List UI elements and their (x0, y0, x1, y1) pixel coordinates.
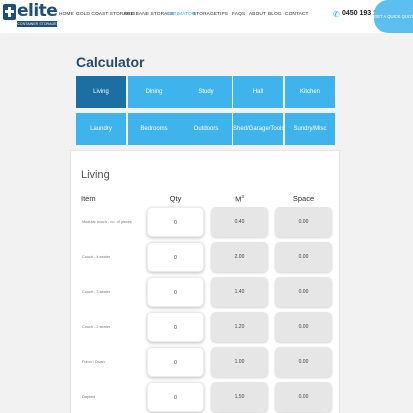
m3-value-couch-3-seater: 1.40 (211, 277, 268, 307)
category-button-bedrooms[interactable]: Bedrooms (128, 113, 180, 145)
space-value-daybed: 0.00 (275, 382, 332, 412)
nav-item-estimator[interactable]: ESTIMATOR (167, 12, 195, 17)
m3-value-couch-4-seater: 2.00 (211, 242, 268, 272)
qty-input-couch-2-seater[interactable]: 0 (147, 312, 204, 342)
nav-item-tips[interactable]: TIPS (217, 12, 228, 17)
row-label-futon-divan: Futon / Divan (82, 360, 105, 364)
qty-input-couch-3-seater[interactable]: 0 (147, 277, 204, 307)
category-button-living[interactable]: Living (76, 76, 126, 108)
column-header-qty: Qty (169, 194, 182, 203)
page-title: Calculator (76, 54, 145, 70)
quick-quote-button[interactable]: GET A QUICK QUOTE (374, 0, 413, 33)
row-label-couch-4-seater: Couch - 4 seater (82, 255, 111, 259)
space-value-couch-2-seater: 0.00 (275, 312, 332, 342)
m3-value-modular-couch: 0.40 (211, 207, 268, 237)
row-label-couch-2-seater: Couch - 2 seater (82, 325, 111, 329)
row-label-daybed: Daybed (82, 395, 96, 399)
category-button-outdoors[interactable]: Outdoors (180, 113, 232, 145)
category-button-laundry[interactable]: Laundry (76, 113, 126, 145)
site-header: elite CONTAINER STORAGE HOME GOLD COAST … (0, 0, 413, 33)
category-button-shed-garage-tools[interactable]: Shed/Garage/Tools (233, 113, 284, 145)
space-value-futon-divan: 0.00 (275, 347, 332, 377)
space-value-modular-couch: 0.00 (275, 207, 332, 237)
phone-icon: ✆ (333, 10, 340, 19)
category-button-dining[interactable]: Dining (128, 76, 180, 108)
column-header-space: Space (292, 194, 315, 203)
calculator-card: Living Item Qty M3 Space Modular couch -… (70, 150, 340, 413)
nav-item-about[interactable]: ABOUT (249, 12, 266, 17)
m3-value-futon-divan: 1.00 (211, 347, 268, 377)
nav-item-blog[interactable]: BLOG (268, 12, 282, 17)
space-value-couch-3-seater: 0.00 (275, 277, 332, 307)
nav-item-faqs[interactable]: FAQS (232, 12, 245, 17)
logo-tagline: CONTAINER STORAGE (17, 21, 57, 27)
category-button-hall[interactable]: Hall (233, 76, 283, 108)
row-label-couch-3-seater: Couch - 3 seater (82, 290, 111, 294)
logo[interactable]: elite CONTAINER STORAGE (3, 1, 58, 29)
nav-item-home[interactable]: HOME (59, 12, 74, 17)
m3-value-couch-2-seater: 1.20 (211, 312, 268, 342)
category-button-kitchen[interactable]: Kitchen (285, 76, 335, 108)
logo-wordmark: elite (17, 1, 58, 21)
qty-input-couch-4-seater[interactable]: 0 (147, 242, 204, 272)
space-value-couch-4-seater: 0.00 (275, 242, 332, 272)
logo-cross-icon (3, 4, 16, 20)
column-header-item: Item (81, 194, 96, 203)
row-label-modular-couch: Modular couch - no. of pieces (82, 220, 132, 224)
column-header-m3: M3 (235, 194, 244, 204)
room-title: Living (81, 169, 110, 181)
nav-item-storage[interactable]: STORAGE (193, 12, 217, 17)
qty-input-modular-couch[interactable]: 0 (147, 207, 204, 237)
m3-value-daybed: 1.50 (211, 382, 268, 412)
qty-input-futon-divan[interactable]: 0 (147, 347, 204, 377)
nav-item-contact[interactable]: CONTACT (285, 12, 309, 17)
qty-input-daybed[interactable]: 0 (147, 382, 204, 412)
category-button-study[interactable]: Study (180, 76, 232, 108)
category-button-sundry-misc[interactable]: Sundry/Misc (285, 113, 335, 145)
